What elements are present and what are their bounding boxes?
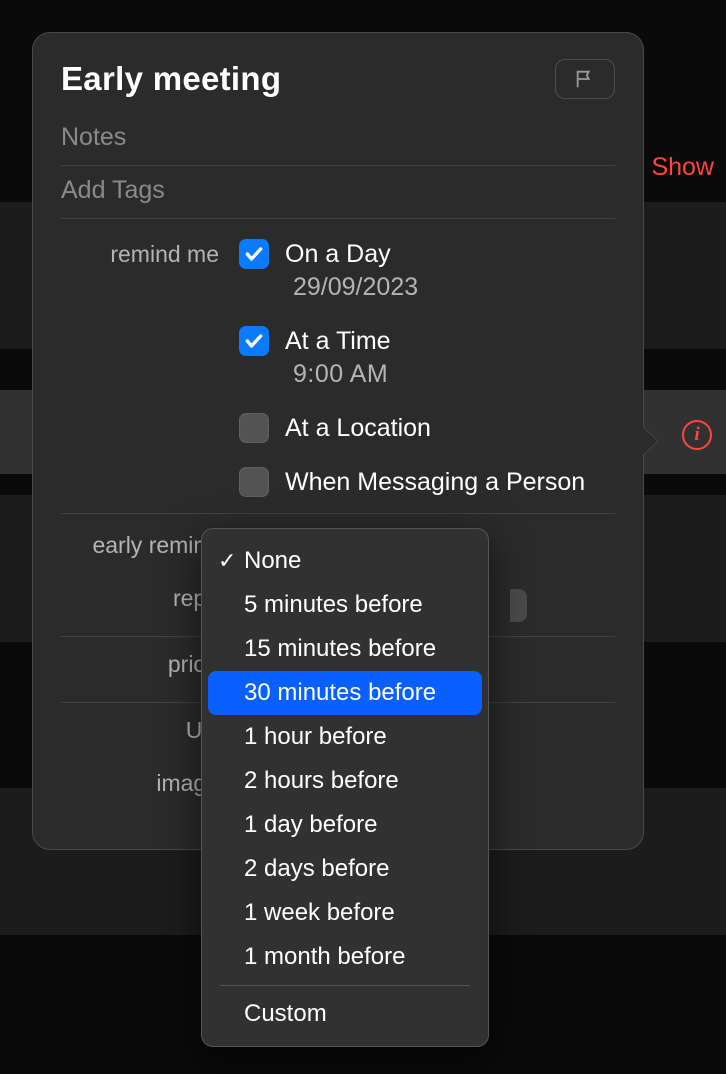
menu-item-2-hr[interactable]: 2 hours before	[208, 759, 482, 803]
select-edge	[510, 589, 527, 622]
menu-item-1-month[interactable]: 1 month before	[208, 935, 482, 979]
check-icon	[244, 244, 264, 264]
remind-me-label: remind me	[61, 239, 239, 268]
at-location-label: At a Location	[285, 414, 431, 443]
menu-item-5-min[interactable]: 5 minutes before	[208, 583, 482, 627]
flag-button[interactable]	[555, 59, 615, 99]
on-a-day-label: On a Day	[285, 240, 391, 269]
at-location-checkbox[interactable]	[239, 413, 269, 443]
show-link[interactable]: Show	[651, 153, 714, 182]
menu-item-1-week[interactable]: 1 week before	[208, 891, 482, 935]
at-a-time-label: At a Time	[285, 327, 391, 356]
menu-item-1-hr[interactable]: 1 hour before	[208, 715, 482, 759]
menu-item-1-day[interactable]: 1 day before	[208, 803, 482, 847]
at-a-time-value[interactable]: 9:00 AM	[293, 360, 615, 389]
check-icon	[244, 331, 264, 351]
info-icon[interactable]	[682, 420, 712, 450]
when-messaging-label: When Messaging a Person	[285, 468, 585, 497]
tags-field[interactable]: Add Tags	[61, 166, 615, 219]
option-at-location: At a Location	[239, 413, 615, 443]
option-when-messaging: When Messaging a Person	[239, 467, 615, 497]
menu-item-custom[interactable]: Custom	[208, 992, 482, 1036]
menu-item-none[interactable]: None	[208, 539, 482, 583]
menu-item-30-min[interactable]: 30 minutes before	[208, 671, 482, 715]
option-on-a-day: On a Day 29/09/2023	[239, 239, 615, 302]
on-a-day-checkbox[interactable]	[239, 239, 269, 269]
at-a-time-checkbox[interactable]	[239, 326, 269, 356]
flag-icon	[574, 68, 596, 90]
menu-separator	[220, 985, 470, 986]
reminder-title[interactable]: Early meeting	[61, 60, 281, 98]
on-a-day-value[interactable]: 29/09/2023	[293, 273, 615, 302]
when-messaging-checkbox[interactable]	[239, 467, 269, 497]
notes-field[interactable]: Notes	[61, 113, 615, 166]
option-at-a-time: At a Time 9:00 AM	[239, 326, 615, 389]
menu-item-2-day[interactable]: 2 days before	[208, 847, 482, 891]
early-reminder-menu: None 5 minutes before 15 minutes before …	[201, 528, 489, 1047]
menu-item-15-min[interactable]: 15 minutes before	[208, 627, 482, 671]
